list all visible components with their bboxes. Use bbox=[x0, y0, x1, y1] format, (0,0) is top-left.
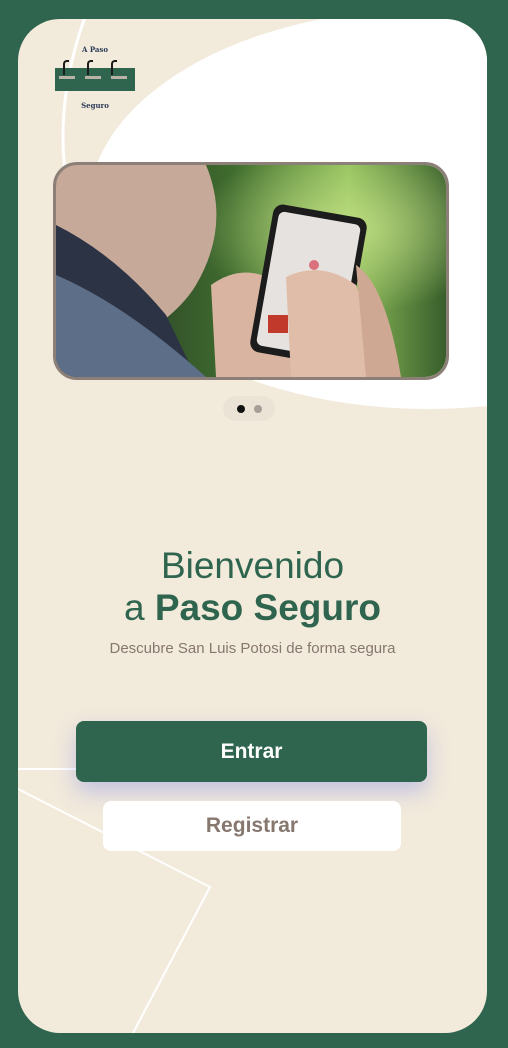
logo-top-text: A Paso bbox=[81, 45, 109, 54]
welcome-title-brand: Paso Seguro bbox=[154, 587, 382, 628]
logo-bottom-text: Seguro bbox=[81, 101, 109, 110]
carousel-photo bbox=[56, 165, 446, 377]
register-button[interactable]: Registrar bbox=[103, 801, 401, 851]
welcome-title-line2: a Paso Seguro bbox=[18, 587, 487, 629]
logo-emblem bbox=[55, 60, 135, 91]
image-carousel[interactable] bbox=[53, 162, 449, 380]
logo-hook bbox=[63, 60, 69, 75]
welcome-title-prefix: a bbox=[123, 587, 155, 628]
enter-button[interactable]: Entrar bbox=[76, 721, 427, 782]
logo-bar bbox=[59, 76, 75, 79]
logo-bar bbox=[111, 76, 127, 79]
welcome-title-line1: Bienvenido bbox=[160, 545, 345, 586]
app-logo: A Paso Seguro bbox=[53, 43, 137, 113]
logo-hook bbox=[87, 60, 93, 75]
app-screen: A Paso Seguro Bienvenido a Paso Seguro D… bbox=[18, 19, 487, 1033]
logo-bar bbox=[85, 76, 101, 79]
carousel-dot-2[interactable] bbox=[254, 405, 262, 413]
welcome-subtitle: Descubre San Luis Potosi de forma segura bbox=[109, 640, 396, 657]
carousel-pagination[interactable] bbox=[223, 396, 275, 421]
logo-hook bbox=[111, 60, 117, 75]
carousel-dot-1[interactable] bbox=[237, 405, 245, 413]
